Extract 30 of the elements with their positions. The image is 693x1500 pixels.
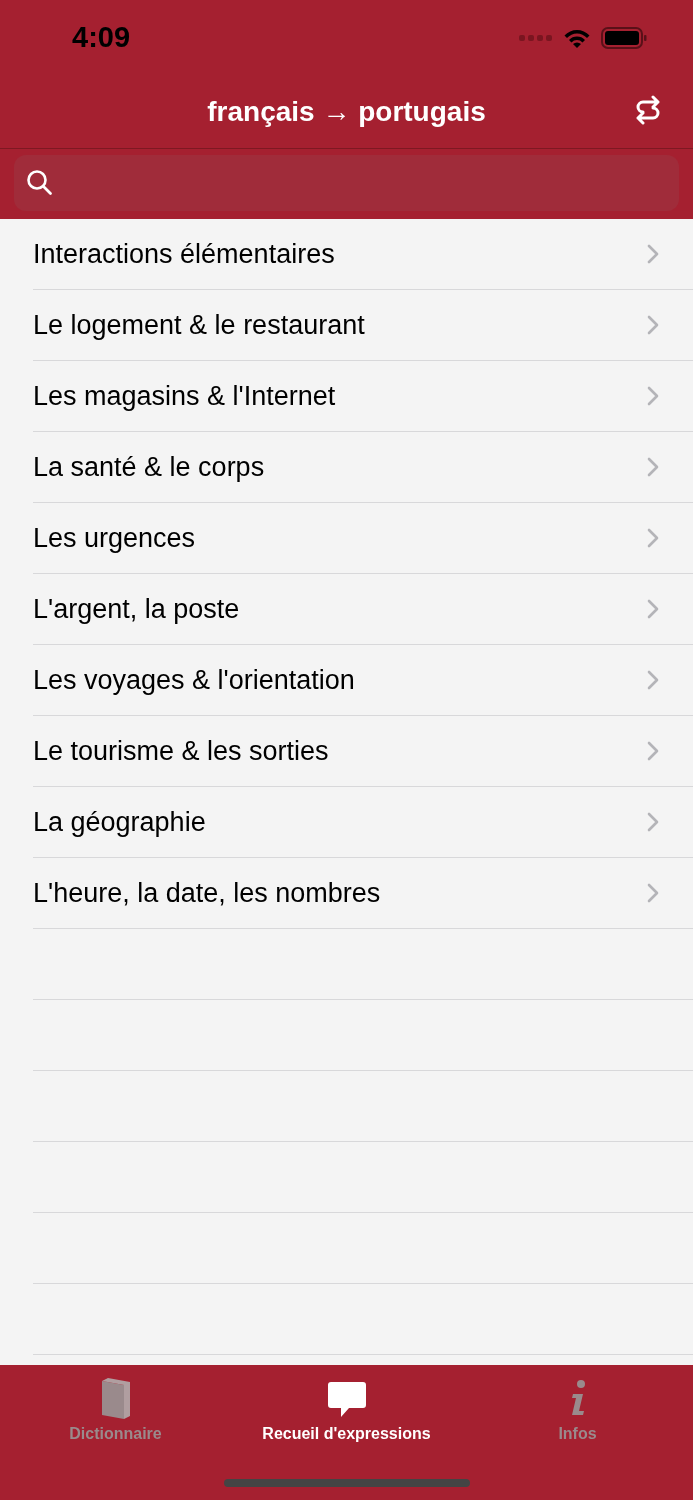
chevron-icon (647, 812, 659, 832)
topic-item[interactable]: Les voyages & l'orientation (33, 645, 693, 716)
chevron-icon (647, 599, 659, 619)
topic-item[interactable]: Les magasins & l'Internet (33, 361, 693, 432)
wifi-icon (563, 27, 591, 48)
signal-icon (519, 33, 553, 42)
topic-item[interactable]: La santé & le corps (33, 432, 693, 503)
speech-bubble-icon (326, 1381, 367, 1419)
topic-item[interactable]: Les urgences (33, 503, 693, 574)
topic-item[interactable]: La géographie (33, 787, 693, 858)
chevron-icon (647, 457, 659, 477)
nav-title: français → portugais (207, 95, 486, 128)
book-icon (99, 1377, 132, 1419)
chevron-icon (647, 741, 659, 761)
chevron-icon (647, 883, 659, 903)
status-time: 4:09 (72, 21, 131, 54)
chevron-icon (647, 386, 659, 406)
chevron-icon (647, 670, 659, 690)
chevron-icon (647, 244, 659, 264)
search-icon (26, 169, 54, 197)
chevron-icon (647, 528, 659, 548)
topic-item[interactable]: Interactions élémentaires (33, 219, 693, 290)
topic-item[interactable]: Le tourisme & les sorties (33, 716, 693, 787)
battery-icon (601, 26, 647, 49)
chevron-icon (647, 315, 659, 335)
topic-item[interactable]: L'heure, la date, les nombres (33, 858, 693, 929)
topic-item[interactable]: Le logement & le restaurant (33, 290, 693, 361)
search-field[interactable] (14, 155, 679, 211)
topic-item[interactable]: L'argent, la poste (33, 574, 693, 645)
tab[interactable]: Recueil d'expressions (231, 1365, 462, 1465)
